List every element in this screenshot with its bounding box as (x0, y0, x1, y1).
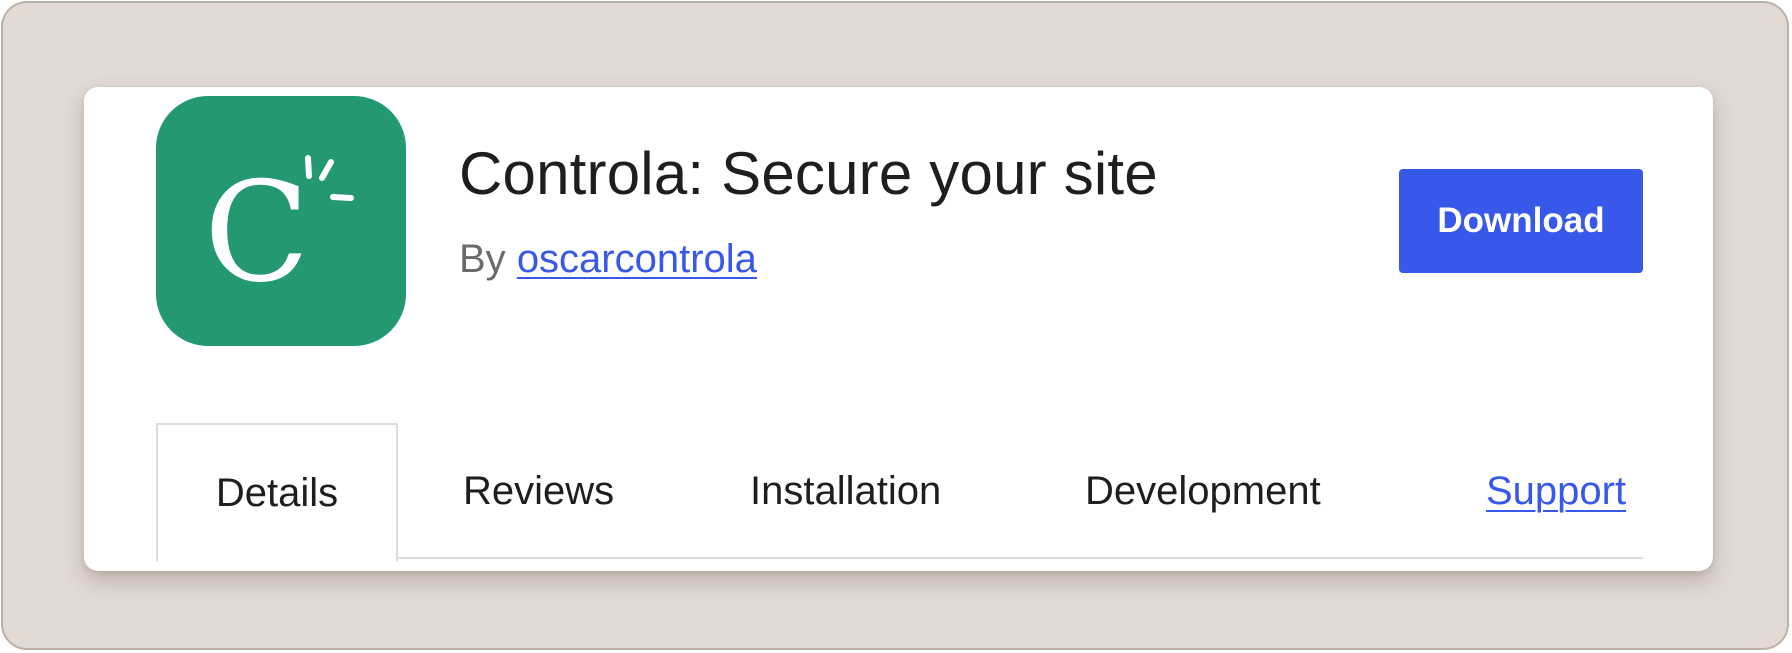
logo-letter: C (204, 152, 310, 313)
tab-details[interactable]: Details (156, 423, 398, 561)
tab-development[interactable]: Development (1085, 423, 1321, 559)
download-button[interactable]: Download (1399, 169, 1643, 273)
byline-prefix: By (459, 237, 506, 281)
author-link[interactable]: oscarcontrola (517, 237, 757, 281)
plugin-title: Controla: Secure your site (459, 140, 1158, 207)
controla-logo-icon: C (156, 96, 406, 346)
page-frame: C Controla: Secure your site By oscarcon… (1, 1, 1789, 650)
plugin-byline: By oscarcontrola (459, 237, 757, 282)
tab-reviews[interactable]: Reviews (463, 423, 614, 559)
tab-installation[interactable]: Installation (750, 423, 941, 559)
tab-support[interactable]: Support (1486, 423, 1626, 559)
plugin-tabs: Details Reviews Installation Development… (156, 423, 1643, 561)
plugin-header-card: C Controla: Secure your site By oscarcon… (84, 87, 1713, 571)
